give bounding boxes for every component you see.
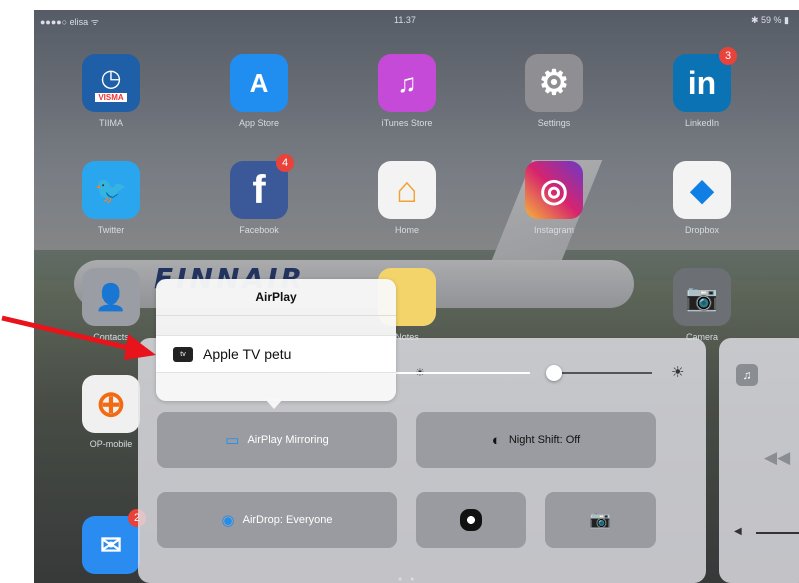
camera-button[interactable]: 📷	[545, 492, 656, 548]
itunes-store-icon: ♫	[378, 54, 436, 112]
airdrop-label: AirDrop: Everyone	[242, 514, 333, 526]
app-label: Contacts	[93, 332, 129, 342]
airplay-popup-caret	[265, 399, 283, 409]
app-label: Facebook	[239, 225, 279, 235]
night-shift-label: Night Shift: Off	[508, 434, 581, 446]
brightness-slider-knob[interactable]	[546, 365, 562, 381]
airdrop-button[interactable]: ◉ AirDrop: Everyone	[157, 492, 397, 548]
app-label: Home	[394, 225, 419, 235]
app-label: Twitter	[97, 225, 125, 235]
apple-tv-icon: tv	[173, 346, 193, 362]
night-shift-icon: ◐	[491, 431, 501, 449]
airplay-device-name: Apple TV petu	[203, 346, 292, 362]
facebook-icon: f4	[230, 154, 294, 219]
dropbox-icon: ◆	[673, 161, 731, 219]
camera-icon: 📷	[673, 268, 731, 326]
volume-slider-track[interactable]	[756, 532, 799, 534]
battery-text: ✱ 59 % ▮	[750, 15, 789, 25]
app-label: TIIMA	[99, 118, 123, 128]
carrier-text: ●●●●○ elisa ᯤ	[40, 17, 99, 27]
airdrop-icon: ◉	[221, 512, 235, 529]
clock-text: 11.37	[394, 15, 416, 25]
airplay-device-row[interactable]: tv Apple TV petu	[156, 335, 396, 373]
timer-button[interactable]	[416, 492, 526, 548]
brightness-high-icon: ☀	[671, 364, 685, 381]
home-icon: ⌂	[378, 161, 436, 219]
rewind-icon[interactable]: ◀◀	[764, 448, 790, 468]
airplay-popup-title: AirPlay	[156, 279, 396, 316]
app-itunes-store[interactable]: ♫ iTunes Store	[377, 54, 437, 128]
airplay-mirroring-label: AirPlay Mirroring	[247, 434, 329, 446]
night-shift-button[interactable]: ◐ Night Shift: Off	[416, 412, 656, 468]
app-linkedin[interactable]: in 3 LinkedIn	[672, 47, 737, 128]
app-mail[interactable]: ✉ 2	[81, 509, 146, 574]
app-instagram[interactable]: ◎ Instagram	[524, 161, 584, 235]
app-label: Instagram	[533, 225, 575, 235]
app-app-store[interactable]: A App Store	[229, 54, 289, 128]
app-home[interactable]: ⌂ Home	[377, 161, 437, 235]
app-label: LinkedIn	[684, 118, 720, 128]
app-twitter[interactable]: 🐦 Twitter	[81, 161, 141, 235]
contacts-icon: 👤	[82, 268, 140, 326]
airplay-icon: ▭	[225, 432, 240, 449]
music-icon: ♫	[736, 364, 758, 386]
op-mobile-icon: ⊕	[82, 375, 140, 433]
app-label: Settings	[537, 118, 571, 128]
app-camera[interactable]: 📷 Camera	[672, 268, 732, 342]
app-label: App Store	[238, 118, 280, 128]
airplay-popup: AirPlay tv Apple TV petu	[156, 279, 396, 401]
app-dropbox[interactable]: ◆ Dropbox	[672, 161, 732, 235]
airplay-mirroring-button[interactable]: ▭ AirPlay Mirroring	[157, 412, 397, 468]
settings-icon: ⚙	[525, 54, 583, 112]
app-label: Dropbox	[684, 225, 720, 235]
mail-icon: ✉ 2	[82, 509, 146, 574]
linkedin-icon: in 3	[673, 47, 737, 112]
timer-icon	[460, 509, 482, 531]
instagram-icon: ◎	[525, 161, 583, 219]
brightness-slider-track-remaining[interactable]	[554, 372, 652, 374]
camera-shortcut-icon: 📷	[589, 510, 612, 529]
app-facebook[interactable]: f4 Facebook	[229, 154, 294, 235]
page-indicator: ● ●	[398, 576, 418, 583]
app-contacts[interactable]: 👤 Contacts	[81, 268, 141, 342]
twitter-icon: 🐦	[82, 161, 140, 219]
app-settings[interactable]: ⚙ Settings	[524, 54, 584, 128]
app-store-icon: A	[230, 54, 288, 112]
ipad-screen: FINNAIR ●●●●○ elisa ᯤ 11.37 ✱ 59 % ▮ ◷VI…	[34, 10, 799, 583]
app-label: OP-mobile	[89, 439, 133, 449]
app-label: iTunes Store	[381, 118, 433, 128]
notification-badge: 3	[719, 47, 737, 65]
tiima-icon: ◷ VISMA	[82, 54, 140, 112]
notification-badge: 4	[276, 154, 294, 172]
volume-low-icon: ◀	[734, 526, 742, 537]
status-bar: ●●●●○ elisa ᯤ 11.37 ✱ 59 % ▮	[34, 10, 799, 30]
app-op-mobile[interactable]: ⊕ OP-mobile	[81, 375, 141, 449]
app-tiima[interactable]: ◷ VISMA TIIMA	[81, 54, 141, 128]
